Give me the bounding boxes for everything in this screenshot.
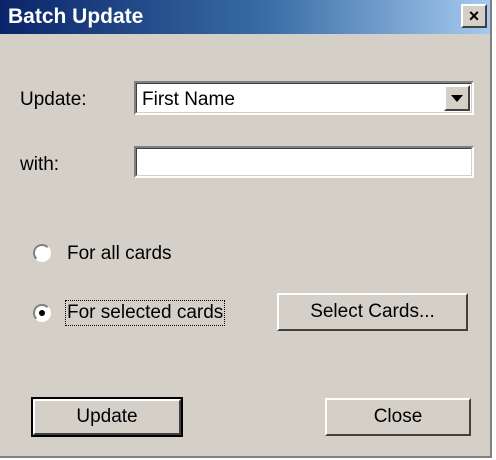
close-window-button[interactable]: × (461, 4, 487, 28)
select-cards-button[interactable]: Select Cards... (277, 293, 468, 331)
close-icon: × (468, 6, 480, 26)
radio-selected-dot (39, 310, 45, 316)
window-title: Batch Update (8, 5, 144, 28)
update-field-label: Update: (20, 89, 87, 110)
selected-cards-label[interactable]: For selected cards (64, 300, 226, 326)
title-bar[interactable]: Batch Update × (0, 0, 490, 34)
all-cards-radio[interactable] (33, 244, 51, 262)
chevron-down-icon[interactable] (444, 85, 470, 111)
close-button[interactable]: Close (325, 398, 471, 436)
selected-cards-radio[interactable] (33, 304, 51, 322)
update-field-select[interactable]: First Name (134, 81, 474, 115)
with-field-label: with: (20, 154, 60, 175)
update-button[interactable]: Update (31, 397, 183, 437)
update-field-value: First Name (142, 89, 235, 110)
all-cards-label[interactable]: For all cards (67, 243, 172, 265)
with-value-input[interactable] (134, 146, 474, 178)
batch-update-dialog: Batch Update × Update: First Name with: … (0, 0, 492, 458)
